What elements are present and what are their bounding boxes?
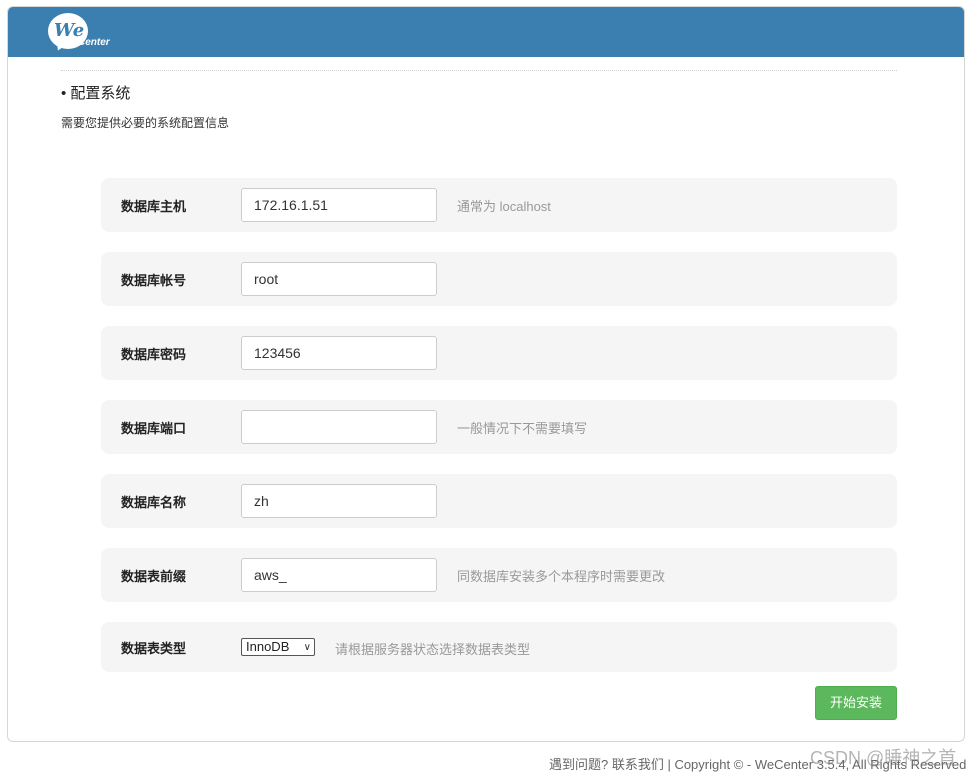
- header-bar: We Center: [8, 7, 964, 57]
- section-divider: [61, 70, 897, 71]
- form-row-db-host: 数据库主机 172.16.1.51 通常为 localhost: [101, 178, 897, 232]
- table-prefix-hint: 同数据库安装多个本程序时需要更改: [457, 569, 666, 584]
- table-engine-select[interactable]: InnoDB ∨: [241, 638, 315, 656]
- form-row-table-engine: 数据表类型 InnoDB ∨ 请根据服务器状态选择数据表类型: [101, 622, 897, 672]
- db-port-hint: 一般情况下不需要填写: [457, 421, 588, 436]
- form-row-db-name: 数据库名称 zh: [101, 474, 897, 528]
- db-port-label: 数据库端口: [121, 421, 187, 436]
- chevron-down-icon: ∨: [303, 642, 311, 653]
- db-host-input[interactable]: 172.16.1.51: [241, 188, 437, 222]
- form-row-table-prefix: 数据表前缀 aws_ 同数据库安装多个本程序时需要更改: [101, 548, 897, 602]
- table-engine-hint: 请根据服务器状态选择数据表类型: [335, 642, 531, 657]
- table-engine-selected: InnoDB: [246, 639, 290, 654]
- db-host-label: 数据库主机: [121, 199, 187, 214]
- wecenter-logo: We Center: [48, 13, 118, 54]
- db-user-input[interactable]: root: [241, 262, 437, 296]
- db-password-label: 数据库密码: [121, 347, 187, 362]
- db-name-label: 数据库名称: [121, 495, 187, 510]
- table-prefix-input[interactable]: aws_: [241, 558, 437, 592]
- form-row-db-port: 数据库端口 一般情况下不需要填写: [101, 400, 897, 454]
- db-name-input[interactable]: zh: [241, 484, 437, 518]
- table-prefix-label: 数据表前缀: [121, 569, 187, 584]
- db-password-input[interactable]: 123456: [241, 336, 437, 370]
- db-host-hint: 通常为 localhost: [457, 199, 551, 214]
- form-row-db-password: 数据库密码 123456: [101, 326, 897, 380]
- db-user-label: 数据库帐号: [121, 273, 187, 288]
- form-row-db-user: 数据库帐号 root: [101, 252, 897, 306]
- logo-text-sub: Center: [78, 37, 110, 48]
- section-description: 需要您提供必要的系统配置信息: [61, 116, 230, 130]
- table-engine-label: 数据表类型: [121, 641, 187, 656]
- section-title: • 配置系统: [61, 85, 131, 102]
- csdn-watermark: CSDN @睡神之首: [810, 748, 957, 768]
- start-install-button[interactable]: 开始安装: [815, 686, 897, 720]
- db-port-input[interactable]: [241, 410, 437, 444]
